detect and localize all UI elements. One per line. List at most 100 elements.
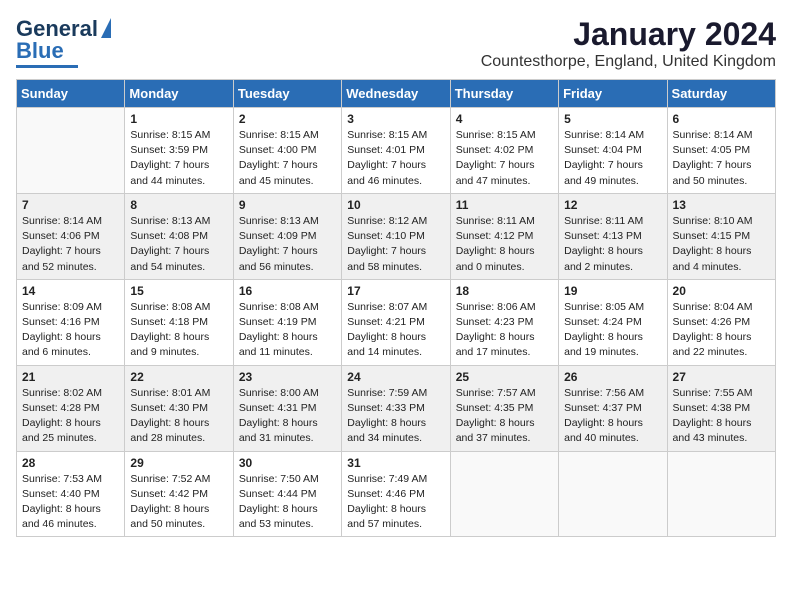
col-tuesday: Tuesday [233,80,341,108]
day-info: Sunrise: 8:04 AMSunset: 4:26 PMDaylight:… [673,300,770,361]
calendar-cell: 22Sunrise: 8:01 AMSunset: 4:30 PMDayligh… [125,365,233,451]
day-number: 27 [673,370,770,384]
calendar-cell: 20 Sunrise: 8:04 AMSunset: 4:26 PMDayligh… [667,279,775,365]
calendar-cell: 21Sunrise: 8:02 AMSunset: 4:28 PMDayligh… [17,365,125,451]
calendar-cell: 25 Sunrise: 7:57 AMSunset: 4:35 PMDayligh… [450,365,558,451]
day-info: Sunrise: 8:08 AMSunset: 4:18 PMDaylight:… [130,300,227,361]
day-info: Sunrise: 8:11 AMSunset: 4:13 PMDaylight:… [564,214,661,275]
day-number: 3 [347,112,444,126]
day-info: Sunrise: 8:14 AMSunset: 4:05 PMDaylight:… [673,128,770,189]
day-info: Sunrise: 8:15 AMSunset: 4:02 PMDaylight:… [456,128,553,189]
calendar-cell: 2Sunrise: 8:15 AMSunset: 4:00 PMDaylight… [233,108,341,194]
day-number: 7 [22,198,119,212]
day-number: 4 [456,112,553,126]
calendar-cell [17,108,125,194]
day-info: Sunrise: 8:07 AMSunset: 4:21 PMDaylight:… [347,300,444,361]
day-info: Sunrise: 8:15 AMSunset: 3:59 PMDaylight:… [130,128,227,189]
day-info: Sunrise: 8:00 AMSunset: 4:31 PMDaylight:… [239,386,336,447]
logo-blue: Blue [16,38,64,64]
day-number: 23 [239,370,336,384]
day-number: 16 [239,284,336,298]
day-number: 24 [347,370,444,384]
col-sunday: Sunday [17,80,125,108]
page-header: General Blue January 2024 Countesthorpe,… [16,16,776,71]
day-info: Sunrise: 7:55 AMSunset: 4:38 PMDaylight:… [673,386,770,447]
calendar-cell: 10 Sunrise: 8:12 AMSunset: 4:10 PMDayligh… [342,193,450,279]
day-info: Sunrise: 8:11 AMSunset: 4:12 PMDaylight:… [456,214,553,275]
day-info: Sunrise: 8:13 AMSunset: 4:09 PMDaylight:… [239,214,336,275]
calendar-cell: 29 Sunrise: 7:52 AMSunset: 4:42 PMDayligh… [125,451,233,537]
day-info: Sunrise: 8:06 AMSunset: 4:23 PMDaylight:… [456,300,553,361]
calendar-cell: 30 Sunrise: 7:50 AMSunset: 4:44 PMDayligh… [233,451,341,537]
day-number: 26 [564,370,661,384]
calendar-cell [667,451,775,537]
day-number: 11 [456,198,553,212]
calendar-table: Sunday Monday Tuesday Wednesday Thursday… [16,79,776,537]
day-number: 8 [130,198,227,212]
day-number: 31 [347,456,444,470]
day-info: Sunrise: 8:13 AMSunset: 4:08 PMDaylight:… [130,214,227,275]
day-info: Sunrise: 7:52 AMSunset: 4:42 PMDaylight:… [130,472,227,533]
day-info: Sunrise: 8:14 AMSunset: 4:04 PMDaylight:… [564,128,661,189]
calendar-cell: 12 Sunrise: 8:11 AMSunset: 4:13 PMDayligh… [559,193,667,279]
calendar-cell [559,451,667,537]
calendar-cell: 31 Sunrise: 7:49 AMSunset: 4:46 PMDayligh… [342,451,450,537]
day-number: 12 [564,198,661,212]
calendar-cell: 24 Sunrise: 7:59 AMSunset: 4:33 PMDayligh… [342,365,450,451]
day-number: 20 [673,284,770,298]
day-number: 18 [456,284,553,298]
calendar-cell: 19 Sunrise: 8:05 AMSunset: 4:24 PMDayligh… [559,279,667,365]
calendar-cell: 13Sunrise: 8:10 AMSunset: 4:15 PMDayligh… [667,193,775,279]
calendar-week-row: 14Sunrise: 8:09 AMSunset: 4:16 PMDayligh… [17,279,776,365]
title-block: January 2024 Countesthorpe, England, Uni… [481,16,776,71]
logo-triangle-icon [101,18,111,38]
calendar-header-row: Sunday Monday Tuesday Wednesday Thursday… [17,80,776,108]
calendar-cell: 16 Sunrise: 8:08 AMSunset: 4:19 PMDayligh… [233,279,341,365]
calendar-cell: 15 Sunrise: 8:08 AMSunset: 4:18 PMDayligh… [125,279,233,365]
col-thursday: Thursday [450,80,558,108]
day-info: Sunrise: 8:15 AMSunset: 4:01 PMDaylight:… [347,128,444,189]
day-info: Sunrise: 7:50 AMSunset: 4:44 PMDaylight:… [239,472,336,533]
day-number: 6 [673,112,770,126]
calendar-cell: 26Sunrise: 7:56 AMSunset: 4:37 PMDayligh… [559,365,667,451]
day-number: 22 [130,370,227,384]
day-number: 17 [347,284,444,298]
day-number: 10 [347,198,444,212]
day-number: 19 [564,284,661,298]
calendar-week-row: 28Sunrise: 7:53 AMSunset: 4:40 PMDayligh… [17,451,776,537]
calendar-cell: 23 Sunrise: 8:00 AMSunset: 4:31 PMDayligh… [233,365,341,451]
calendar-cell: 5Sunrise: 8:14 AMSunset: 4:04 PMDaylight… [559,108,667,194]
calendar-cell [450,451,558,537]
day-info: Sunrise: 7:53 AMSunset: 4:40 PMDaylight:… [22,472,119,533]
day-number: 9 [239,198,336,212]
day-info: Sunrise: 7:59 AMSunset: 4:33 PMDaylight:… [347,386,444,447]
day-number: 1 [130,112,227,126]
col-wednesday: Wednesday [342,80,450,108]
day-info: Sunrise: 8:09 AMSunset: 4:16 PMDaylight:… [22,300,119,361]
calendar-cell: 6 Sunrise: 8:14 AMSunset: 4:05 PMDaylight… [667,108,775,194]
day-number: 15 [130,284,227,298]
calendar-cell: 9 Sunrise: 8:13 AMSunset: 4:09 PMDaylight… [233,193,341,279]
calendar-cell: 27 Sunrise: 7:55 AMSunset: 4:38 PMDayligh… [667,365,775,451]
day-number: 29 [130,456,227,470]
day-number: 25 [456,370,553,384]
logo-underline [16,65,78,68]
calendar-cell: 7Sunrise: 8:14 AMSunset: 4:06 PMDaylight… [17,193,125,279]
col-monday: Monday [125,80,233,108]
calendar-cell: 17 Sunrise: 8:07 AMSunset: 4:21 PMDayligh… [342,279,450,365]
calendar-cell: 28Sunrise: 7:53 AMSunset: 4:40 PMDayligh… [17,451,125,537]
page-subtitle: Countesthorpe, England, United Kingdom [481,53,776,71]
calendar-week-row: 1 Sunrise: 8:15 AMSunset: 3:59 PMDaylight… [17,108,776,194]
day-info: Sunrise: 8:12 AMSunset: 4:10 PMDaylight:… [347,214,444,275]
day-info: Sunrise: 7:57 AMSunset: 4:35 PMDaylight:… [456,386,553,447]
day-info: Sunrise: 8:05 AMSunset: 4:24 PMDaylight:… [564,300,661,361]
day-info: Sunrise: 8:02 AMSunset: 4:28 PMDaylight:… [22,386,119,447]
day-info: Sunrise: 7:49 AMSunset: 4:46 PMDaylight:… [347,472,444,533]
calendar-cell: 18 Sunrise: 8:06 AMSunset: 4:23 PMDayligh… [450,279,558,365]
day-number: 30 [239,456,336,470]
day-info: Sunrise: 8:08 AMSunset: 4:19 PMDaylight:… [239,300,336,361]
calendar-cell: 1 Sunrise: 8:15 AMSunset: 3:59 PMDaylight… [125,108,233,194]
calendar-cell: 11 Sunrise: 8:11 AMSunset: 4:12 PMDayligh… [450,193,558,279]
col-saturday: Saturday [667,80,775,108]
calendar-cell: 4 Sunrise: 8:15 AMSunset: 4:02 PMDaylight… [450,108,558,194]
